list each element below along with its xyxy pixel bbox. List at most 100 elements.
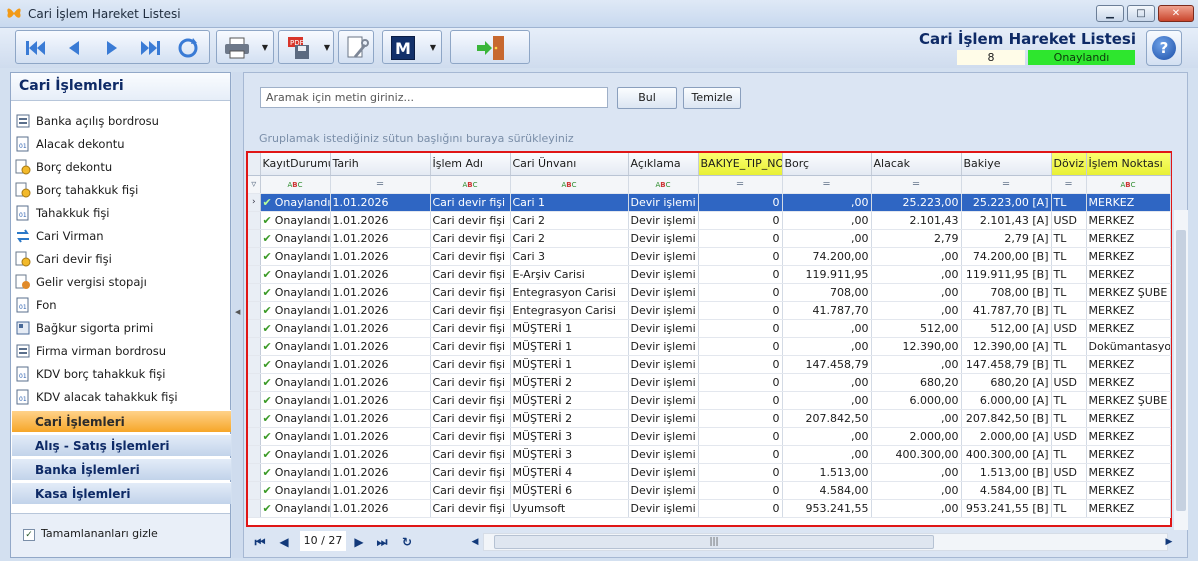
sidebar-item[interactable]: Cari Virman [15, 225, 230, 247]
table-cell[interactable]: MÜŞTERİ 2 [510, 409, 629, 428]
table-row[interactable]: ✔ Onaylandı 1.01.2026 Cari devir fişi MÜŞTER… [248, 409, 1171, 428]
table-cell[interactable]: Cari devir fişi [430, 247, 511, 266]
row-indicator[interactable] [248, 319, 261, 338]
table-cell[interactable]: USD [1051, 427, 1087, 446]
table-cell[interactable]: ,00 [871, 463, 962, 482]
table-cell[interactable]: MERKEZ [1086, 193, 1171, 212]
row-indicator[interactable] [248, 481, 261, 500]
table-cell[interactable]: ,00 [782, 427, 872, 446]
table-cell[interactable]: 2.101,43 [871, 211, 962, 230]
table-cell[interactable]: 1.01.2026 [330, 211, 431, 230]
table-cell[interactable]: Devir işlemi [628, 427, 699, 446]
table-row[interactable]: ✔ Onaylandı 1.01.2026 Cari devir fişi Entegr… [248, 301, 1171, 320]
sidebar-item[interactable]: Bağkur sigorta primi [15, 317, 230, 339]
table-cell[interactable]: 1.513,00 [B] [961, 463, 1052, 482]
table-cell[interactable]: 0 [698, 193, 783, 212]
table-cell[interactable]: 0 [698, 481, 783, 500]
table-cell[interactable]: 0 [698, 373, 783, 392]
table-cell[interactable]: 1.01.2026 [330, 301, 431, 320]
table-cell[interactable]: ,00 [871, 481, 962, 500]
row-indicator[interactable] [248, 409, 261, 428]
table-cell[interactable]: MERKEZ ŞUBE [1086, 391, 1171, 410]
table-cell[interactable]: 0 [698, 211, 783, 230]
table-cell[interactable]: 207.842,50 [B] [961, 409, 1052, 428]
table-row[interactable]: ✔ Onaylandı 1.01.2026 Cari devir fişi Cari 3… [248, 247, 1171, 266]
filter-text-cell[interactable]: ABC [430, 175, 511, 194]
table-cell[interactable]: ,00 [782, 211, 872, 230]
table-cell[interactable]: 680,20 [A] [961, 373, 1052, 392]
row-indicator[interactable] [248, 283, 261, 302]
nav-first-button[interactable]: ⏮ [248, 532, 272, 552]
table-cell[interactable]: ,00 [782, 445, 872, 464]
table-cell[interactable]: 25.223,00 [A] [961, 193, 1052, 212]
column-header[interactable]: KayıtDurumu [260, 153, 331, 176]
table-cell[interactable]: 1.01.2026 [330, 247, 431, 266]
filter-equals-cell[interactable]: ═ [871, 175, 962, 194]
row-indicator[interactable] [248, 499, 261, 518]
row-indicator[interactable] [248, 391, 261, 410]
table-cell[interactable]: MÜŞTERİ 1 [510, 319, 629, 338]
table-cell[interactable]: MERKEZ [1086, 499, 1171, 518]
table-cell[interactable]: 74.200,00 [B] [961, 247, 1052, 266]
table-cell[interactable]: MÜŞTERİ 1 [510, 355, 629, 374]
sidebar-item[interactable]: 01 Alacak dekontu [15, 133, 230, 155]
table-cell[interactable]: MÜŞTERİ 1 [510, 337, 629, 356]
table-cell[interactable]: Cari devir fişi [430, 319, 511, 338]
table-cell[interactable]: 0 [698, 409, 783, 428]
column-header[interactable]: Tarih [330, 153, 431, 176]
table-row[interactable]: ✔ Onaylandı 1.01.2026 Cari devir fişi MÜŞTER… [248, 319, 1171, 338]
last-record-button[interactable] [132, 33, 168, 63]
table-cell[interactable]: MERKEZ [1086, 481, 1171, 500]
export-pdf-button[interactable]: PDF [281, 33, 317, 63]
table-cell[interactable]: 1.01.2026 [330, 265, 431, 284]
table-cell[interactable]: Devir işlemi [628, 283, 699, 302]
table-cell[interactable]: MERKEZ [1086, 427, 1171, 446]
table-cell[interactable]: Devir işlemi [628, 229, 699, 248]
column-header[interactable]: İşlem Noktası [1086, 153, 1171, 176]
row-indicator[interactable] [248, 301, 261, 320]
table-cell[interactable]: 0 [698, 337, 783, 356]
clear-button[interactable]: Temizle [683, 87, 741, 109]
table-cell[interactable]: ✔ Onaylandı [260, 445, 331, 464]
sidebar-item[interactable]: Borç tahakkuk fişi [15, 179, 230, 201]
hide-completed-checkbox[interactable]: ✓ [23, 529, 35, 541]
table-cell[interactable]: 119.911,95 [782, 265, 872, 284]
table-cell[interactable]: 0 [698, 391, 783, 410]
table-cell[interactable]: ,00 [782, 373, 872, 392]
row-indicator[interactable] [248, 373, 261, 392]
table-cell[interactable]: Devir işlemi [628, 409, 699, 428]
table-cell[interactable]: MERKEZ [1086, 211, 1171, 230]
table-row[interactable]: ✔ Onaylandı 1.01.2026 Cari devir fişi MÜŞTER… [248, 445, 1171, 464]
table-cell[interactable]: ,00 [871, 409, 962, 428]
filter-text-cell[interactable]: ABC [260, 175, 331, 194]
table-row[interactable]: ✔ Onaylandı 1.01.2026 Cari devir fişi MÜŞTER… [248, 463, 1171, 482]
column-header[interactable]: Döviz [1051, 153, 1087, 176]
table-cell[interactable]: Cari 1 [510, 193, 629, 212]
table-cell[interactable]: ✔ Onaylandı [260, 301, 331, 320]
table-cell[interactable]: Cari devir fişi [430, 355, 511, 374]
table-cell[interactable]: 0 [698, 283, 783, 302]
row-indicator[interactable] [248, 445, 261, 464]
nav-refresh-button[interactable]: ↻ [396, 532, 418, 552]
sidebar-item[interactable]: Firma virman bordrosu [15, 340, 230, 362]
table-cell[interactable]: ✔ Onaylandı [260, 337, 331, 356]
table-cell[interactable]: MERKEZ [1086, 319, 1171, 338]
table-cell[interactable]: Devir işlemi [628, 391, 699, 410]
horizontal-scrollbar[interactable]: ||| [483, 533, 1168, 551]
table-cell[interactable]: 2.000,00 [871, 427, 962, 446]
table-cell[interactable]: 1.01.2026 [330, 481, 431, 500]
filter-text-cell[interactable]: ABC [628, 175, 699, 194]
print-dropdown-arrow[interactable]: ▼ [259, 33, 271, 63]
table-cell[interactable]: 512,00 [871, 319, 962, 338]
table-cell[interactable]: 4.584,00 [782, 481, 872, 500]
filter-equals-cell[interactable]: ═ [961, 175, 1052, 194]
table-row[interactable]: ✔ Onaylandı 1.01.2026 Cari devir fişi E-Arşi… [248, 265, 1171, 284]
table-cell[interactable]: ,00 [871, 265, 962, 284]
filter-text-cell[interactable]: ABC [510, 175, 629, 194]
table-cell[interactable]: ✔ Onaylandı [260, 427, 331, 446]
table-cell[interactable]: Cari devir fişi [430, 463, 511, 482]
table-cell[interactable]: ,00 [871, 301, 962, 320]
table-cell[interactable]: TL [1051, 247, 1087, 266]
sidebar-group-0[interactable]: Cari İşlemleri [12, 410, 231, 432]
table-cell[interactable]: ✔ Onaylandı [260, 265, 331, 284]
